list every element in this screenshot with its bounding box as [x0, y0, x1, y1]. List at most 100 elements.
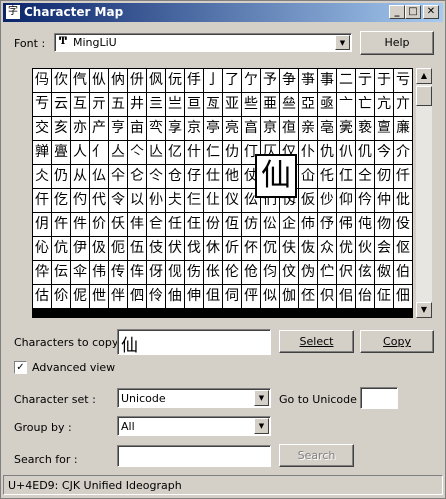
- character-cell[interactable]: 伩: [280, 261, 298, 284]
- character-cell[interactable]: 亗: [166, 93, 184, 116]
- character-cell[interactable]: 交: [33, 117, 51, 140]
- character-cell[interactable]: 亪: [147, 117, 165, 140]
- character-cell[interactable]: 亥: [52, 117, 70, 140]
- character-cell[interactable]: 他: [223, 165, 241, 188]
- character-cell[interactable]: 仱: [356, 189, 374, 212]
- character-cell[interactable]: 仵: [52, 213, 70, 236]
- character-cell[interactable]: 仈: [337, 141, 355, 164]
- character-cell[interactable]: 亨: [109, 117, 127, 140]
- character-cell[interactable]: 仪: [223, 189, 241, 212]
- character-cell[interactable]: 伤: [185, 261, 203, 284]
- character-cell[interactable]: 亩: [128, 117, 146, 140]
- character-cell[interactable]: 伱: [52, 285, 70, 308]
- character-cell[interactable]: 伿: [318, 285, 336, 308]
- character-cell[interactable]: 享: [166, 117, 184, 140]
- character-cell[interactable]: 㐼: [128, 69, 146, 92]
- character-cell[interactable]: 什: [185, 141, 203, 164]
- character-cell[interactable]: 伔: [261, 237, 279, 260]
- character-cell[interactable]: 亇: [242, 69, 260, 92]
- character-cell[interactable]: 仌: [33, 165, 51, 188]
- minimize-button[interactable]: _: [389, 5, 405, 19]
- character-cell[interactable]: 仔: [185, 165, 203, 188]
- character-cell[interactable]: 介: [394, 141, 412, 164]
- character-cell[interactable]: 伂: [299, 213, 317, 236]
- character-cell[interactable]: 佀: [337, 285, 355, 308]
- character-cell[interactable]: 伴: [109, 285, 127, 308]
- character-cell[interactable]: 伓: [242, 237, 260, 260]
- character-cell[interactable]: 伞: [71, 261, 89, 284]
- character-cell[interactable]: 仡: [52, 189, 70, 212]
- character-cell[interactable]: 京: [185, 117, 203, 140]
- character-cell[interactable]: 伎: [147, 237, 165, 260]
- character-cell[interactable]: 传: [109, 261, 127, 284]
- character-cell[interactable]: 亊: [299, 69, 317, 92]
- character-cell[interactable]: 仰: [337, 189, 355, 212]
- character-cell[interactable]: 㐹: [71, 69, 89, 92]
- advanced-view-checkbox[interactable]: ✓: [14, 361, 27, 374]
- character-cell[interactable]: 亼: [109, 141, 127, 164]
- character-cell[interactable]: 价: [90, 213, 108, 236]
- character-cell[interactable]: 亽: [128, 141, 146, 164]
- character-cell[interactable]: 伃: [318, 213, 336, 236]
- character-cell[interactable]: 伦: [223, 261, 241, 284]
- character-set-dropdown[interactable]: Unicode ▼: [117, 388, 271, 408]
- character-cell[interactable]: 佁: [356, 285, 374, 308]
- close-button[interactable]: ✕: [423, 5, 439, 19]
- character-cell[interactable]: 伹: [204, 285, 222, 308]
- character-cell[interactable]: 仕: [204, 165, 222, 188]
- character-cell[interactable]: 仛: [318, 165, 336, 188]
- character-cell[interactable]: 仂: [223, 141, 241, 164]
- character-cell[interactable]: 亅: [204, 69, 222, 92]
- character-cell[interactable]: 会: [375, 237, 393, 260]
- character-cell[interactable]: 云: [52, 93, 70, 116]
- character-cell[interactable]: 伟: [90, 261, 108, 284]
- character-cell[interactable]: 仆: [299, 141, 317, 164]
- character-cell[interactable]: 亹: [52, 141, 70, 164]
- character-cell[interactable]: 份: [204, 213, 222, 236]
- character-cell[interactable]: 今: [375, 141, 393, 164]
- character-cell[interactable]: 些: [242, 93, 260, 116]
- character-cell[interactable]: 伭: [356, 261, 374, 284]
- character-cell[interactable]: 仇: [318, 141, 336, 164]
- character-cell[interactable]: 伐: [185, 237, 203, 260]
- character-cell[interactable]: 企: [280, 213, 298, 236]
- character-cell[interactable]: 仟: [394, 165, 412, 188]
- character-cell[interactable]: 伥: [204, 261, 222, 284]
- character-cell[interactable]: 亵: [356, 117, 374, 140]
- character-cell[interactable]: 伄: [337, 213, 355, 236]
- character-cell[interactable]: 亍: [356, 69, 374, 92]
- character-cell[interactable]: 仿: [242, 213, 260, 236]
- font-dropdown[interactable]: Ͳ MingLiU ▼: [54, 33, 352, 52]
- character-cell[interactable]: 仯: [318, 189, 336, 212]
- character-cell[interactable]: 亭: [204, 117, 222, 140]
- character-cell[interactable]: 亶: [375, 117, 393, 140]
- character-cell[interactable]: 仼: [185, 213, 203, 236]
- character-cell[interactable]: 伢: [147, 261, 165, 284]
- copy-button[interactable]: Copy: [360, 330, 434, 353]
- character-cell[interactable]: 代: [90, 189, 108, 212]
- character-cell[interactable]: 㐸: [52, 69, 70, 92]
- character-cell[interactable]: 㐻: [109, 69, 127, 92]
- character-cell[interactable]: 伾: [299, 285, 317, 308]
- character-cell[interactable]: 亦: [71, 117, 89, 140]
- character-cell[interactable]: 伀: [261, 213, 279, 236]
- character-cell[interactable]: 产: [90, 117, 108, 140]
- character-cell[interactable]: 亜: [261, 93, 279, 116]
- character-cell[interactable]: 㐺: [90, 69, 108, 92]
- character-cell[interactable]: 仹: [128, 213, 146, 236]
- character-cell[interactable]: 事: [318, 69, 336, 92]
- character-cell[interactable]: 亰: [261, 117, 279, 140]
- character-cell[interactable]: 伫: [318, 261, 336, 284]
- character-cell[interactable]: 井: [128, 93, 146, 116]
- character-cell[interactable]: 伶: [147, 285, 165, 308]
- scroll-up-button[interactable]: ▲: [416, 68, 432, 84]
- character-cell[interactable]: 佂: [375, 285, 393, 308]
- character-cell[interactable]: 亲: [299, 117, 317, 140]
- character-cell[interactable]: 予: [261, 69, 279, 92]
- character-cell[interactable]: 伒: [223, 237, 241, 260]
- character-cell[interactable]: 于: [375, 69, 393, 92]
- character-cell[interactable]: 仞: [375, 165, 393, 188]
- character-cell[interactable]: 仍: [52, 165, 70, 188]
- character-cell[interactable]: 伉: [52, 237, 70, 260]
- character-cell[interactable]: 伌: [109, 237, 127, 260]
